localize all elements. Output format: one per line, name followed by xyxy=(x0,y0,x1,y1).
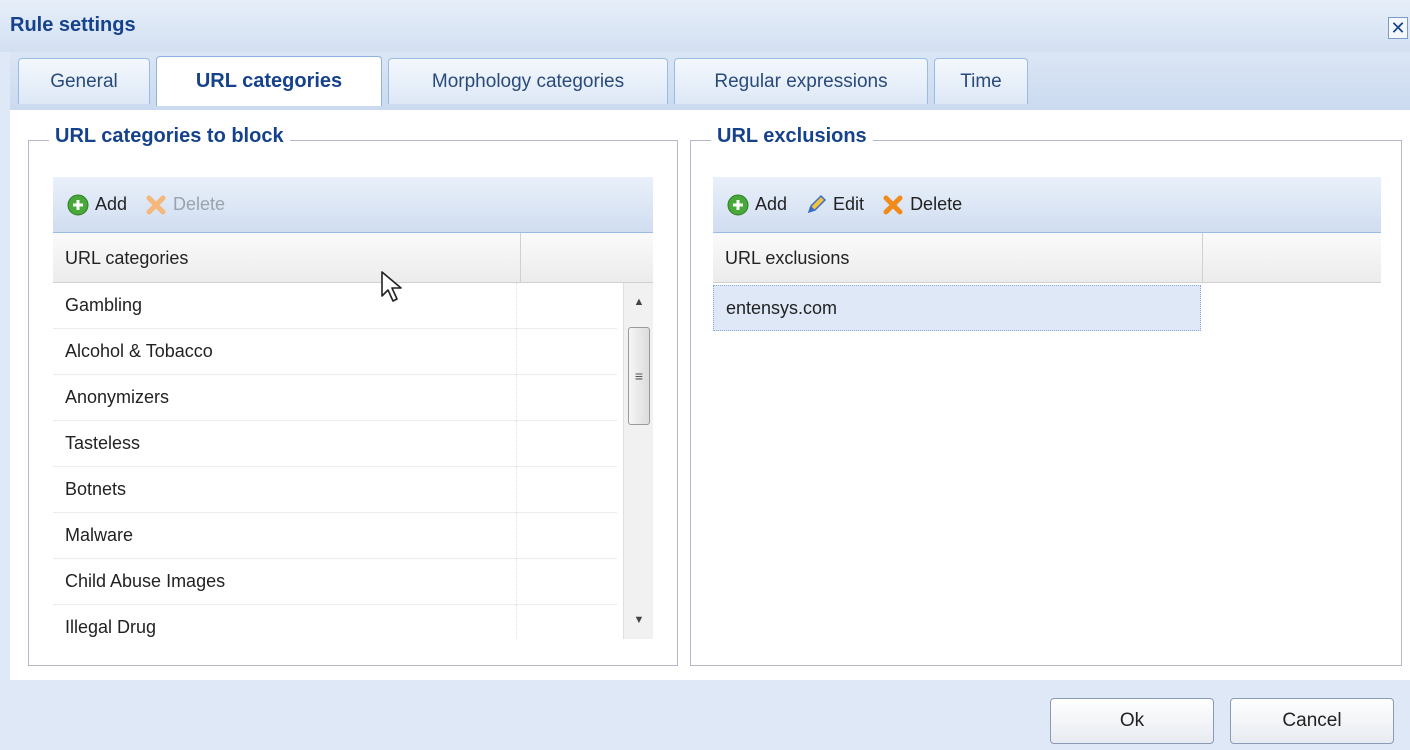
pencil-icon xyxy=(805,194,827,216)
ok-button[interactable]: Ok xyxy=(1050,698,1214,744)
tab-url-categories[interactable]: URL categories xyxy=(156,56,382,106)
tab-morphology-categories[interactable]: Morphology categories xyxy=(388,58,668,104)
right-add-button[interactable]: Add xyxy=(727,194,787,216)
tab-regular-expressions[interactable]: Regular expressions xyxy=(674,58,928,104)
url-exclusions-column-header[interactable]: URL exclusions xyxy=(713,233,1203,283)
right-toolbar: Add Edit Delete xyxy=(713,177,1381,233)
delete-x-icon xyxy=(882,194,904,216)
list-item[interactable]: Illegal Drug xyxy=(53,604,617,639)
scroll-down-arrow-icon[interactable]: ▼ xyxy=(624,605,654,635)
url-categories-column-header[interactable]: URL categories xyxy=(53,233,521,283)
list-item-label: Alcohol & Tobacco xyxy=(65,328,517,375)
tab-content: URL categories to block Add Delete URL c… xyxy=(10,110,1410,680)
list-item-label: Illegal Drug xyxy=(65,604,517,639)
list-item-label: Gambling xyxy=(65,283,517,329)
list-item[interactable]: Tasteless xyxy=(53,420,617,467)
right-delete-label: Delete xyxy=(910,194,963,214)
right-edit-label: Edit xyxy=(833,194,865,214)
left-vertical-scrollbar[interactable]: ▲ ≡ ▼ xyxy=(623,283,653,639)
close-button[interactable]: ✕ xyxy=(1388,17,1408,39)
mouse-pointer-icon xyxy=(380,270,406,309)
url-exclusions-fieldset: URL exclusions Add Edit Delete URL exclu… xyxy=(690,125,1402,666)
right-grid-header: URL exclusions xyxy=(713,233,1381,283)
url-categories-legend: URL categories to block xyxy=(49,125,290,148)
list-item-label: Tasteless xyxy=(65,420,517,467)
close-icon: ✕ xyxy=(1390,18,1406,38)
dialog-title: Rule settings xyxy=(10,14,136,36)
list-item[interactable]: Gambling xyxy=(53,283,617,329)
tab-general[interactable]: General xyxy=(18,58,150,104)
list-item-label: Botnets xyxy=(65,466,517,513)
url-categories-fieldset: URL categories to block Add Delete URL c… xyxy=(28,125,678,666)
tab-strip: General URL categories Morphology catego… xyxy=(10,52,1410,112)
rule-settings-dialog: Rule settings ✕ General URL categories M… xyxy=(0,0,1410,750)
dialog-titlebar[interactable]: Rule settings ✕ xyxy=(0,0,1410,52)
add-circle-icon xyxy=(727,194,749,216)
left-delete-label: Delete xyxy=(173,194,226,214)
right-delete-button[interactable]: Delete xyxy=(882,194,962,216)
list-item-label: Malware xyxy=(65,512,517,559)
url-categories-list: Gambling Alcohol & Tobacco Anonymizers T… xyxy=(53,283,617,639)
list-item-label: Anonymizers xyxy=(65,374,517,421)
right-add-label: Add xyxy=(755,194,788,214)
url-exclusions-legend: URL exclusions xyxy=(711,125,873,148)
dialog-footer: Ok Cancel xyxy=(10,680,1410,750)
cancel-button[interactable]: Cancel xyxy=(1230,698,1394,744)
list-item[interactable]: Malware xyxy=(53,512,617,559)
url-exclusions-list: entensys.com xyxy=(713,285,1203,345)
add-circle-icon xyxy=(67,194,89,216)
left-grid-header: URL categories xyxy=(53,233,653,283)
list-item[interactable]: Botnets xyxy=(53,466,617,513)
scroll-thumb[interactable]: ≡ xyxy=(628,327,650,425)
left-delete-button[interactable]: Delete xyxy=(145,194,225,216)
list-item[interactable]: Child Abuse Images xyxy=(53,558,617,605)
list-item-label: Child Abuse Images xyxy=(65,558,517,605)
list-item[interactable]: Alcohol & Tobacco xyxy=(53,328,617,375)
list-item-selected[interactable]: entensys.com xyxy=(713,285,1201,331)
left-toolbar: Add Delete xyxy=(53,177,653,233)
scroll-up-arrow-icon[interactable]: ▲ xyxy=(624,287,654,317)
left-add-label: Add xyxy=(95,194,128,214)
left-add-button[interactable]: Add xyxy=(67,194,127,216)
list-item[interactable]: Anonymizers xyxy=(53,374,617,421)
right-edit-button[interactable]: Edit xyxy=(805,194,864,216)
delete-x-icon xyxy=(145,194,167,216)
tab-time[interactable]: Time xyxy=(934,58,1028,104)
